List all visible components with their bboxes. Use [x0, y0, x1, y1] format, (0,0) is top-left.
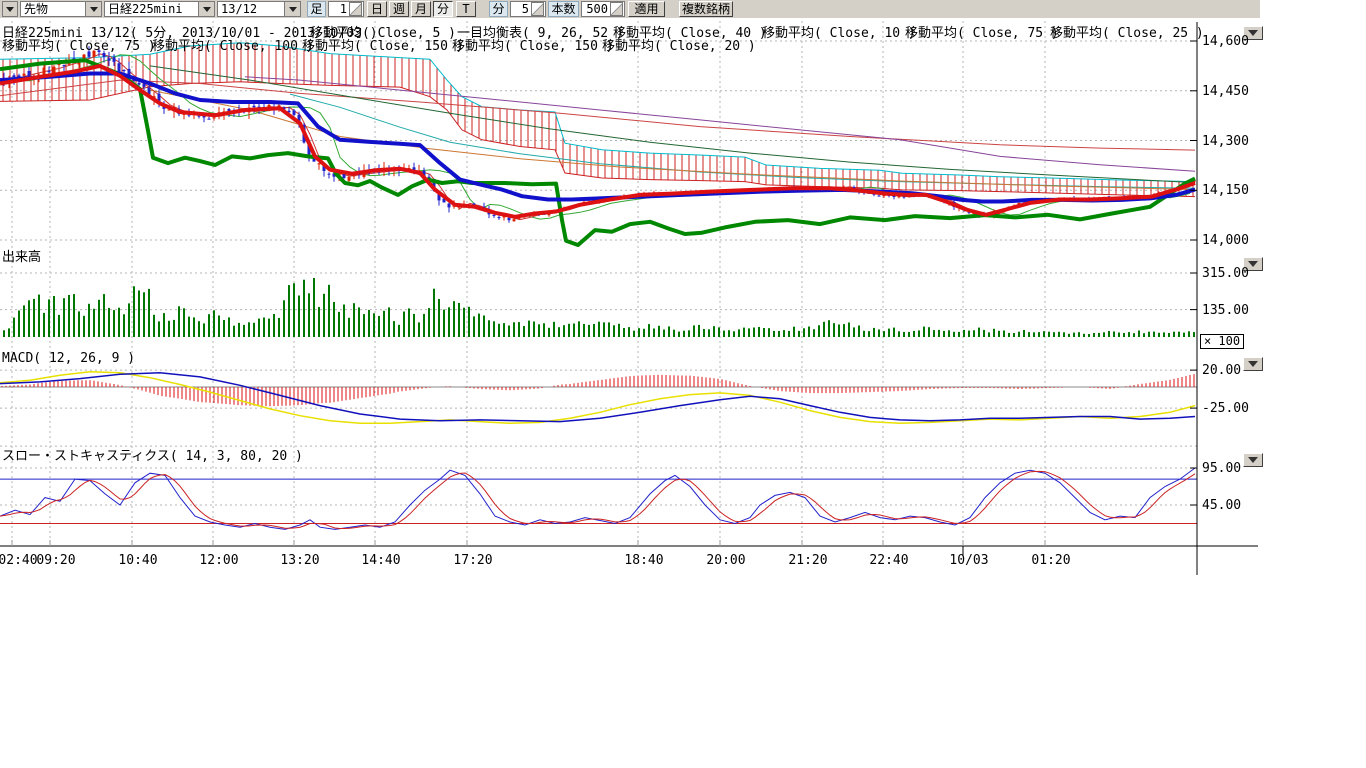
chevron-down-icon: [1248, 361, 1258, 367]
chevron-down-icon: [1248, 30, 1258, 36]
stochastics-panel-menu-button[interactable]: [1243, 453, 1263, 467]
volume-multiplier-badge: × 100: [1200, 334, 1244, 349]
chevron-down-icon: [1248, 457, 1258, 463]
volume-panel-label: 出来高: [2, 251, 41, 264]
volume-panel-menu-button[interactable]: [1243, 257, 1263, 271]
chevron-down-icon: [1248, 261, 1258, 267]
chart-application-window: 先物 日経225mini 13/12 足 1 日 週 月 分 T 分 5 本数 …: [0, 0, 1366, 768]
stochastics-panel-label: スロー・ストキャスティクス( 14, 3, 80, 20 ): [2, 450, 303, 463]
macd-panel-label: MACD( 12, 26, 9 ): [2, 352, 135, 365]
chart-canvas[interactable]: [0, 0, 1366, 768]
macd-panel-menu-button[interactable]: [1243, 357, 1263, 371]
price-panel-menu-button[interactable]: [1243, 26, 1263, 40]
